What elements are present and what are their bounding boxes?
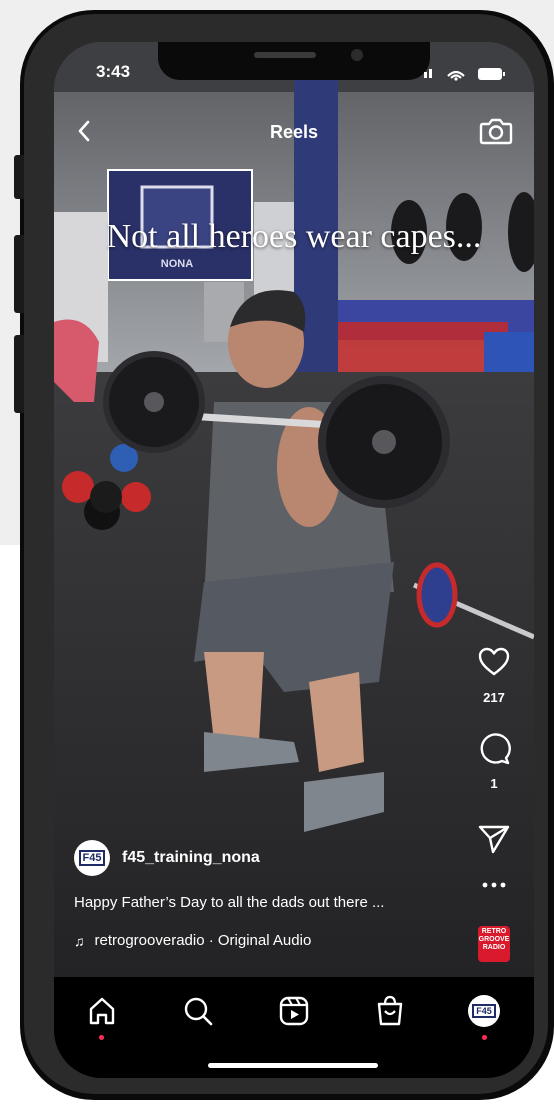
notch [158,42,430,80]
like-count: 217 [483,690,505,705]
profile-logo-text: F45 [472,1004,496,1018]
shop-icon[interactable] [372,993,408,1029]
author-row[interactable]: F45 f45_training_nona [74,840,260,876]
home-icon[interactable] [84,993,120,1029]
audio-thumbnail[interactable]: RETRO GROOVE RADIO [478,926,510,962]
heart-icon[interactable] [477,646,511,678]
comment-count: 1 [490,776,498,791]
video-overlay-text: Not all heroes wear capes... [106,218,482,255]
volume-down-button [14,335,24,413]
reel-video[interactable]: NONA [54,42,534,977]
more-icon[interactable] [479,880,509,890]
more-action[interactable] [474,880,514,890]
author-username[interactable]: f45_training_nona [122,849,260,867]
like-action[interactable]: 217 [474,646,514,705]
search-icon[interactable] [180,993,216,1029]
status-icons [424,68,505,81]
author-avatar[interactable]: F45 [74,840,110,876]
audio-label[interactable]: retrogrooveradio · Original Audio [95,932,312,949]
audio-thumb-text: RETRO GROOVE RADIO [478,928,510,951]
svg-text:NONA: NONA [161,258,193,270]
avatar-logo-text: F45 [78,850,106,866]
camera-icon[interactable] [478,114,514,148]
comment-icon[interactable] [477,732,511,766]
bottom-nav: F45 [54,977,534,1078]
share-action[interactable] [474,822,514,856]
send-icon[interactable] [477,822,511,856]
comment-action[interactable]: 1 [474,732,514,791]
audio-row[interactable]: ♫ retrogrooveradio · Original Audio [74,932,311,949]
phone-screen: NONA 3:43 Reels Not all heroes wear cape… [54,42,534,1078]
music-note-icon: ♫ [74,932,85,949]
front-camera [351,49,363,61]
mute-switch [14,155,24,199]
status-time: 3:43 [96,62,131,81]
profile-notification-dot [482,1035,487,1040]
volume-up-button [14,235,24,313]
speaker [254,52,316,58]
reels-icon[interactable] [276,993,312,1029]
home-indicator[interactable] [208,1063,378,1068]
page-title: Reels [269,122,319,142]
reel-caption[interactable]: Happy Father’s Day to all the dads out t… [74,894,454,911]
profile-icon[interactable]: F45 [468,995,500,1027]
home-notification-dot [99,1035,104,1040]
